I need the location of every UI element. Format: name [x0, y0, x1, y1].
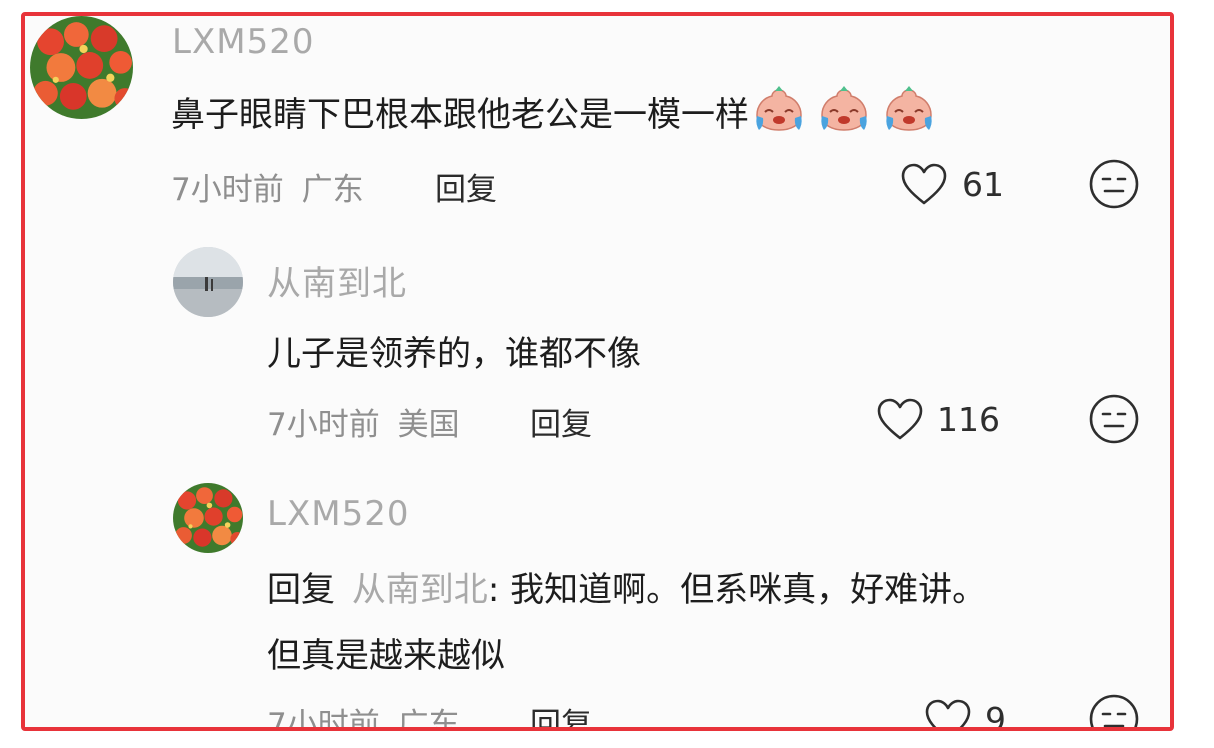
reply-button[interactable]: 回复: [530, 399, 592, 444]
comment-time: 7小时前: [171, 172, 284, 208]
dislike-face-icon[interactable]: [1088, 158, 1140, 210]
like-count: 116: [937, 400, 1000, 439]
reply-prefix: 回复: [267, 570, 335, 610]
dislike-face-icon[interactable]: [1088, 693, 1140, 731]
dislike-face-icon[interactable]: [1088, 393, 1140, 445]
comment-location: 美国: [397, 407, 460, 443]
comment-text-line1: : 我知道啊。但系咪真，好难讲。: [487, 570, 987, 610]
beach-avatar-icon: [173, 247, 243, 317]
heart-icon[interactable]: [900, 162, 948, 206]
comment-thread-frame: LXM520 鼻子眼睛下巴根本跟他老公是一模一样 7小时前 广东 回复 61 从…: [21, 12, 1174, 731]
reply-button[interactable]: 回复: [435, 164, 497, 209]
comment-text: 鼻子眼睛下巴根本跟他老公是一模一样: [171, 86, 937, 141]
username[interactable]: 从南到北: [267, 256, 407, 305]
user-avatar[interactable]: [173, 483, 243, 553]
comment-meta: 7小时前 广东: [171, 164, 364, 209]
comment-location: 广东: [301, 172, 364, 208]
heart-icon[interactable]: [876, 397, 924, 441]
emoji-group: [753, 86, 937, 141]
crying-emoji-icon: [885, 86, 932, 131]
username[interactable]: LXM520: [172, 22, 314, 62]
strawberries-avatar-icon: [173, 483, 243, 553]
comment-text: 儿子是领养的，谁都不像: [267, 334, 641, 374]
heart-icon[interactable]: [924, 698, 972, 731]
comment-time: 7小时前: [267, 707, 380, 731]
user-avatar[interactable]: [173, 247, 243, 317]
like-count: 61: [962, 165, 1004, 204]
comment-text-content: 鼻子眼睛下巴根本跟他老公是一模一样: [171, 95, 749, 135]
comment-location: 广东: [397, 707, 460, 731]
username[interactable]: LXM520: [267, 494, 409, 534]
comment-time: 7小时前: [267, 407, 380, 443]
crying-emoji-icon: [821, 86, 867, 131]
comment-meta: 7小时前 美国: [267, 399, 460, 444]
crying-emoji-icon: [756, 86, 802, 131]
comment-text-line2: 但真是越来越似: [267, 636, 505, 676]
reply-mention[interactable]: 从南到北: [352, 570, 488, 610]
reply-button[interactable]: 回复: [530, 699, 592, 727]
user-avatar[interactable]: [30, 16, 133, 119]
comment-meta: 7小时前 广东: [267, 699, 460, 731]
strawberries-avatar-icon: [30, 16, 133, 119]
like-count: 9: [985, 700, 1006, 731]
comment-text: 回复 从南到北: 我知道啊。但系咪真，好难讲。: [267, 562, 986, 611]
